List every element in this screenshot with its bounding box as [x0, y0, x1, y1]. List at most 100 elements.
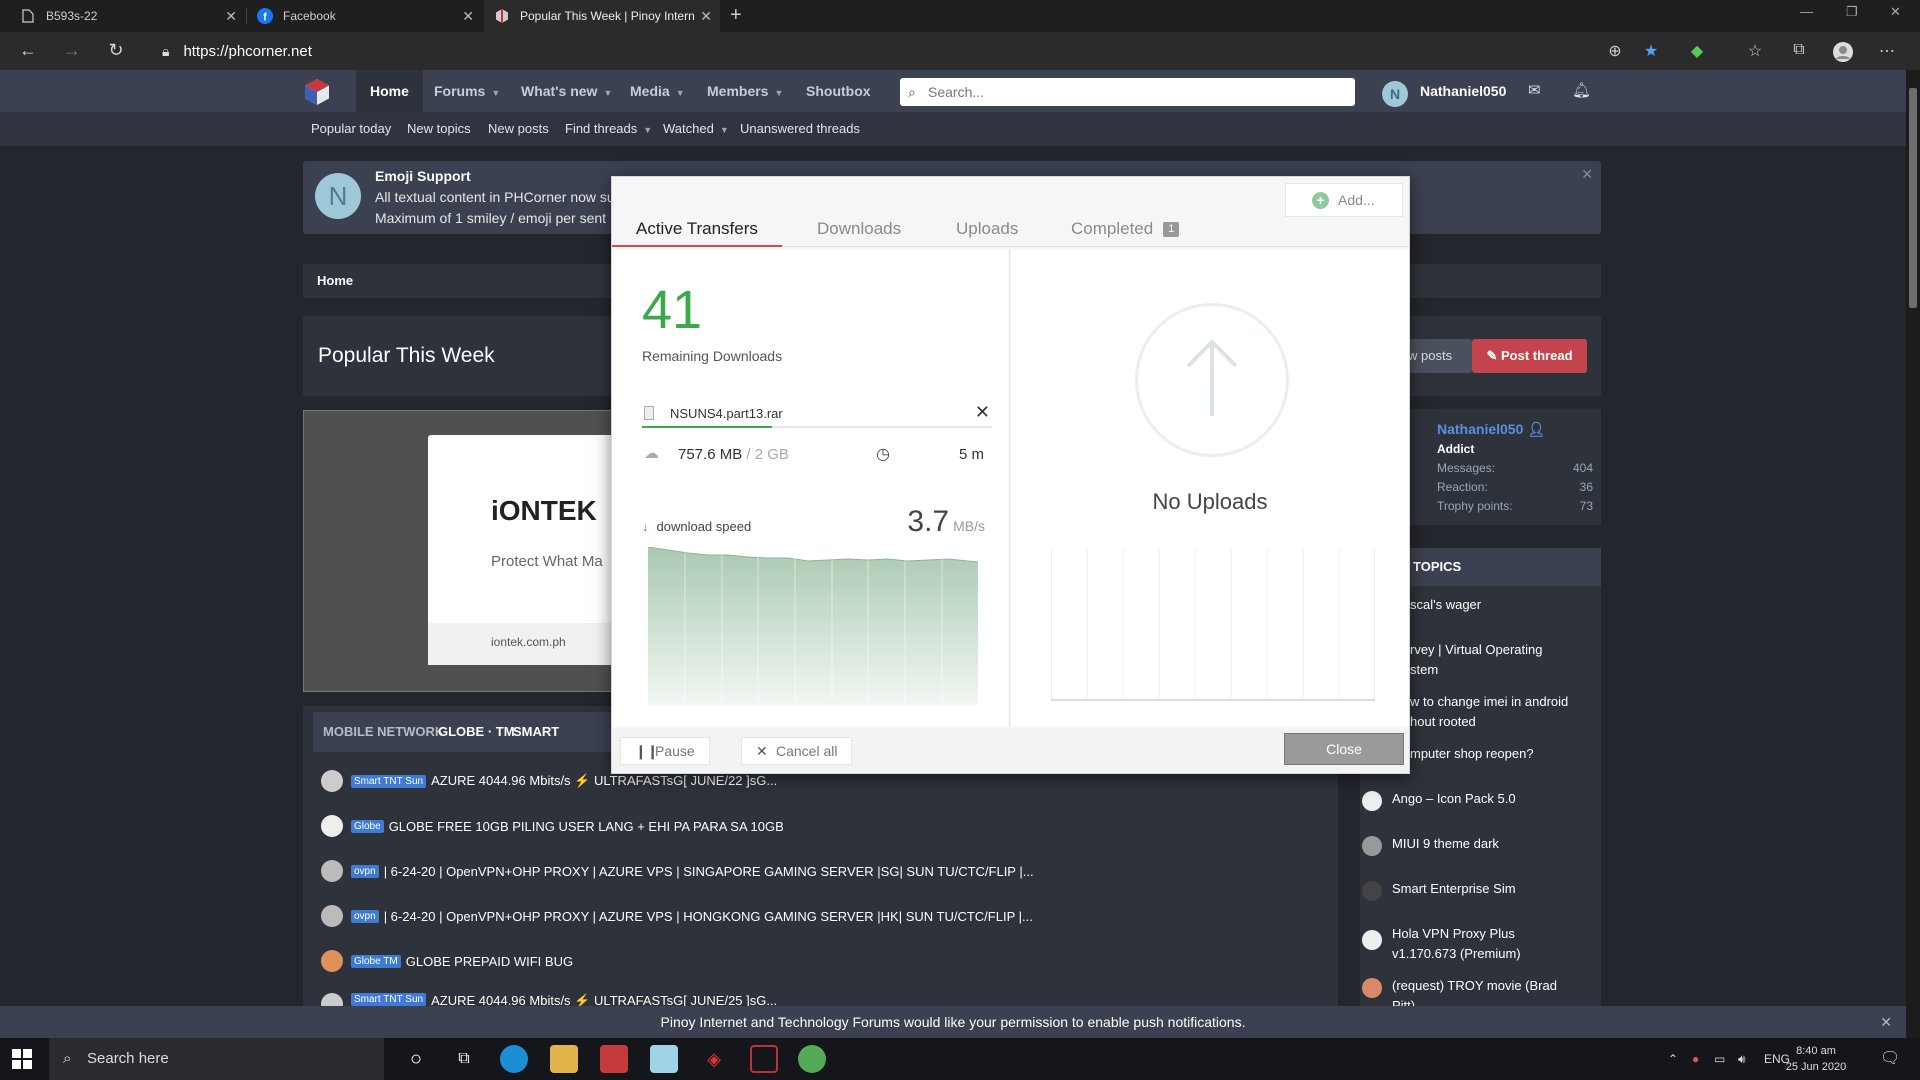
profile-name[interactable]: Nathaniel050 👤︎	[1437, 421, 1545, 438]
back-icon[interactable]: ←	[16, 40, 40, 61]
restore-icon[interactable]: ❐	[1846, 4, 1858, 20]
topic-item[interactable]: Ango – Icon Pack 5.0	[1360, 789, 1601, 811]
forward-icon[interactable]: →	[60, 40, 84, 61]
thread-title[interactable]: GLOBE PREPAID WIFI BUG	[406, 954, 573, 969]
topic-item[interactable]: Hola VPN Proxy Plus v1.170.673 (Premium)	[1360, 924, 1601, 964]
nav-forums[interactable]: Forums ▼	[434, 70, 500, 112]
antivirus-tray-icon[interactable]: ●	[1692, 1038, 1699, 1080]
nav-members[interactable]: Members ▼	[707, 70, 783, 112]
read-aloud-icon[interactable]: ⊕	[1604, 41, 1626, 61]
clock-icon: ◷	[876, 446, 890, 463]
windows-start-icon[interactable]	[12, 1049, 32, 1075]
feed-row[interactable]: ovpn | 6-24-20 | OpenVPN+OHP PROXY | AZU…	[321, 858, 1034, 884]
profile-icon[interactable]	[1832, 41, 1854, 68]
close-button[interactable]: Close	[1284, 733, 1404, 765]
thread-title[interactable]: | 6-24-20 | OpenVPN+OHP PROXY | AZURE VP…	[384, 909, 1033, 924]
tab-uploads[interactable]: Uploads	[956, 217, 1018, 247]
download-item[interactable]: NSUNS4.part13.rar ✕	[642, 402, 992, 428]
ad-card[interactable]: iONTEK Protect What Ma iontek.com.ph	[428, 435, 614, 665]
action-center-icon[interactable]: 🗨︎	[1880, 1038, 1900, 1080]
edge-browser-icon[interactable]	[500, 1045, 528, 1073]
file-explorer-icon[interactable]	[550, 1045, 578, 1073]
phcorner-logo-icon[interactable]	[303, 78, 331, 106]
verified-user-icon: 👤︎	[1527, 421, 1546, 437]
user-name-link[interactable]: Nathaniel050	[1420, 70, 1506, 112]
taskbar-search-input[interactable]: ⌕ Search here	[49, 1038, 384, 1080]
thread-title[interactable]: AZURE 4044.96 Mbits/s ⚡ ULTRAFASTsG[ JUN…	[431, 773, 777, 789]
thread-title[interactable]: GLOBE FREE 10GB PILING USER LANG + EHI P…	[389, 819, 784, 834]
topic-item[interactable]: Smart Enterprise Sim	[1360, 879, 1601, 901]
feed-row[interactable]: Globe TM GLOBE PREPAID WIFI BUG	[321, 948, 573, 974]
document-icon	[20, 8, 36, 24]
url-field[interactable]: 🔒︎ https://phcorner.net	[162, 38, 312, 64]
game-app-icon[interactable]: ◈	[700, 1045, 728, 1073]
nav-home[interactable]: Home	[356, 70, 423, 112]
cortana-icon[interactable]: ○	[402, 1045, 430, 1073]
xbox-icon[interactable]	[798, 1045, 826, 1073]
post-thread-button[interactable]: ✎ Post thread	[1472, 339, 1587, 373]
close-tab-icon[interactable]: ✕	[225, 8, 237, 25]
scrollbar-thumb[interactable]	[1909, 88, 1917, 308]
feed-tab-smart[interactable]: SMART	[513, 712, 559, 752]
nav-shoutbox[interactable]: Shoutbox	[806, 70, 871, 112]
pause-button[interactable]: ❙❙ Pause	[620, 737, 710, 765]
prefix-badge: Smart TNT Sun	[351, 993, 427, 1006]
network-icon[interactable]: ▭	[1714, 1038, 1725, 1080]
thread-title[interactable]: AZURE 4044.96 Mbits/s ⚡ ULTRAFASTsG[ JUN…	[431, 993, 777, 1006]
ad-banner[interactable]: iONTEK Protect What Ma iontek.com.ph	[303, 410, 614, 692]
inbox-icon[interactable]: ✉	[1528, 70, 1541, 112]
new-tab-button[interactable]: +	[730, 4, 742, 27]
subnav-new-posts[interactable]: New posts	[488, 112, 549, 146]
download-manager-app-icon[interactable]	[600, 1045, 628, 1073]
subnav-new-topics[interactable]: New topics	[407, 112, 471, 146]
topic-item[interactable]: MIUI 9 theme dark	[1360, 834, 1601, 856]
browser-tab-b593s[interactable]: B593s-22 ✕	[10, 0, 245, 32]
notepad-icon[interactable]	[650, 1045, 678, 1073]
feed-row[interactable]: Globe GLOBE FREE 10GB PILING USER LANG +…	[321, 813, 784, 839]
close-window-icon[interactable]: ✕	[1890, 4, 1901, 20]
task-view-icon[interactable]: ⧉	[450, 1045, 478, 1073]
close-tab-icon[interactable]: ✕	[700, 8, 712, 25]
upload-arrow-icon	[1135, 303, 1289, 457]
browser-tab-phcorner[interactable]: Popular This Week | Pinoy Intern ✕	[484, 0, 720, 32]
topic-item[interactable]: (request) TROY movie (Brad Pitt)	[1360, 976, 1601, 1006]
tab-downloads[interactable]: Downloads	[817, 217, 901, 247]
page-scrollbar[interactable]	[1906, 70, 1920, 1038]
minimize-icon[interactable]: —	[1800, 4, 1813, 19]
subnav-watched[interactable]: Watched ▼	[663, 112, 729, 147]
feed-row[interactable]: ovpn | 6-24-20 | OpenVPN+OHP PROXY | AZU…	[321, 903, 1033, 929]
avatar	[321, 950, 343, 972]
cancel-all-button[interactable]: ✕ Cancel all	[741, 737, 853, 765]
close-tab-icon[interactable]: ✕	[462, 8, 474, 25]
tab-completed[interactable]: Completed 1	[1071, 217, 1180, 247]
collections-icon[interactable]: ⧉	[1788, 41, 1810, 59]
system-clock[interactable]: 8:40 am 25 Jun 2020	[1776, 1043, 1856, 1075]
feed-row[interactable]: Smart TNT Sun AZURE 4044.96 Mbits/s ⚡ UL…	[321, 993, 777, 1006]
user-avatar[interactable]: N	[1382, 81, 1408, 107]
volume-icon[interactable]: 🔊︎	[1738, 1038, 1746, 1080]
thread-title[interactable]: | 6-24-20 | OpenVPN+OHP PROXY | AZURE VP…	[384, 864, 1034, 879]
close-icon[interactable]: ✕	[1880, 1006, 1892, 1038]
close-icon[interactable]: ✕	[1581, 166, 1593, 183]
subnav-find-threads[interactable]: Find threads ▼	[565, 112, 652, 147]
nav-media[interactable]: Media ▼	[630, 70, 685, 112]
chevron-up-icon[interactable]: ⌃	[1668, 1038, 1678, 1080]
add-download-button[interactable]: + Add...	[1285, 183, 1403, 217]
more-options-icon[interactable]: ⋯	[1876, 41, 1898, 61]
extension-icon[interactable]: ◆	[1686, 41, 1708, 61]
cancel-download-icon[interactable]: ✕	[975, 402, 990, 423]
site-search-input[interactable]: ⌕ Search...	[900, 78, 1355, 106]
browser-tab-facebook[interactable]: f Facebook ✕	[247, 0, 482, 32]
tab-active-transfers[interactable]: Active Transfers	[612, 217, 782, 247]
refresh-icon[interactable]: ↻	[104, 40, 128, 61]
subnav-popular-today[interactable]: Popular today	[311, 112, 391, 146]
feed-tab-globe-tm[interactable]: GLOBE · TM	[438, 712, 515, 752]
favorites-icon[interactable]: ☆	[1744, 41, 1766, 61]
nav-whats-new[interactable]: What's new ▼	[521, 70, 612, 112]
bell-icon[interactable]: 🔔︎	[1572, 70, 1591, 112]
favorite-star-icon[interactable]: ★	[1640, 41, 1662, 61]
media-app-icon[interactable]	[750, 1045, 778, 1073]
subnav-unanswered[interactable]: Unanswered threads	[740, 112, 860, 146]
breadcrumb-home[interactable]: Home	[317, 264, 353, 298]
feed-tab-mobile-network[interactable]: MOBILE NETWORK	[323, 712, 444, 752]
